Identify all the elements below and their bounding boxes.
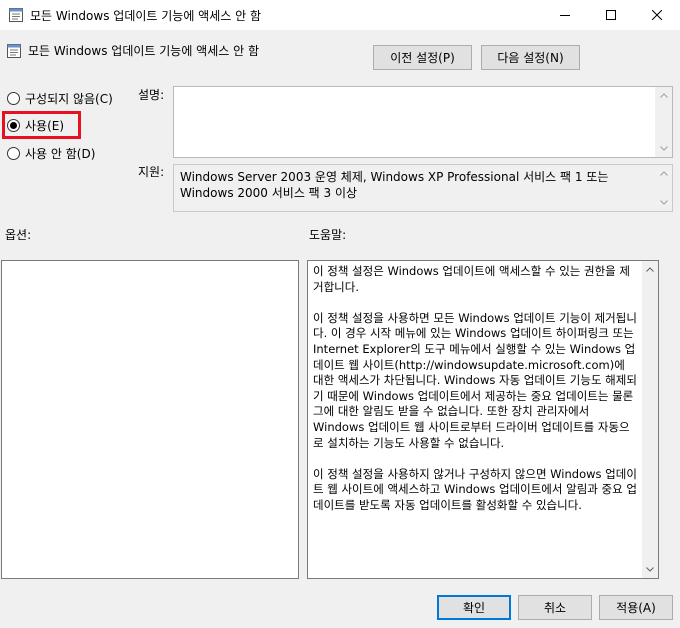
policy-setting-icon bbox=[6, 43, 22, 59]
scroll-up-icon[interactable] bbox=[655, 87, 672, 104]
radio-disabled[interactable]: 사용 안 함(D) bbox=[7, 145, 95, 161]
radio-circle[interactable] bbox=[7, 118, 20, 132]
options-panel bbox=[1, 260, 299, 579]
supported-label: 지원: bbox=[138, 165, 165, 179]
radio-circle[interactable] bbox=[7, 91, 20, 105]
policy-setting-icon bbox=[8, 7, 24, 23]
scroll-down-icon[interactable] bbox=[642, 561, 658, 578]
scroll-down-icon[interactable] bbox=[655, 194, 672, 211]
help-scrollbar[interactable] bbox=[642, 261, 658, 578]
radio-not-configured[interactable]: 구성되지 않음(C) bbox=[7, 90, 113, 106]
help-label: 도움말: bbox=[309, 228, 347, 242]
supported-scrollbar[interactable] bbox=[655, 165, 672, 211]
cancel-button[interactable]: 취소 bbox=[518, 595, 592, 620]
close-icon bbox=[652, 10, 662, 20]
help-paragraph: 이 정책 설정은 Windows 업데이트에 액세스할 수 있는 권한을 제거합… bbox=[313, 264, 630, 294]
comment-textarea[interactable] bbox=[173, 86, 673, 158]
help-panel: 이 정책 설정은 Windows 업데이트에 액세스할 수 있는 권한을 제거합… bbox=[307, 260, 659, 579]
next-setting-button[interactable]: 다음 설정(N) bbox=[481, 45, 580, 70]
help-paragraph: 이 정책 설정을 사용하지 않거나 구성하지 않으면 Windows 업데이트 … bbox=[313, 466, 637, 512]
supported-box: Windows Server 2003 운영 체제, Windows XP Pr… bbox=[173, 164, 673, 212]
close-button[interactable] bbox=[634, 0, 680, 30]
comment-label: 설명: bbox=[138, 88, 165, 102]
apply-button[interactable]: 적용(A) bbox=[599, 595, 673, 620]
maximize-icon bbox=[606, 10, 616, 20]
help-paragraph: 이 정책 설정을 사용하면 모든 Windows 업데이트 기능이 제거됩니다.… bbox=[313, 310, 637, 450]
previous-setting-button[interactable]: 이전 설정(P) bbox=[373, 45, 472, 70]
minimize-button[interactable] bbox=[542, 0, 588, 30]
comment-scrollbar[interactable] bbox=[655, 87, 672, 157]
supported-text: Windows Server 2003 운영 체제, Windows XP Pr… bbox=[180, 170, 609, 200]
options-label: 옵션: bbox=[5, 228, 32, 242]
minimize-icon bbox=[560, 10, 570, 20]
setting-title: 모든 Windows 업데이트 기능에 액세스 안 함 bbox=[28, 44, 260, 58]
maximize-button[interactable] bbox=[588, 0, 634, 30]
radio-enabled[interactable]: 사용(E) bbox=[7, 117, 64, 133]
help-text: 이 정책 설정은 Windows 업데이트에 액세스할 수 있는 권한을 제거합… bbox=[313, 264, 638, 529]
radio-circle[interactable] bbox=[7, 146, 20, 160]
title-bar: 모든 Windows 업데이트 기능에 액세스 안 함 bbox=[0, 0, 680, 30]
radio-label: 구성되지 않음(C) bbox=[25, 91, 113, 106]
ok-button[interactable]: 확인 bbox=[437, 595, 511, 620]
window-title: 모든 Windows 업데이트 기능에 액세스 안 함 bbox=[30, 9, 262, 23]
scroll-up-icon[interactable] bbox=[642, 261, 658, 278]
scroll-up-icon[interactable] bbox=[655, 165, 672, 182]
radio-label: 사용 안 함(D) bbox=[25, 146, 96, 161]
radio-label: 사용(E) bbox=[25, 118, 65, 133]
scroll-down-icon[interactable] bbox=[655, 140, 672, 157]
